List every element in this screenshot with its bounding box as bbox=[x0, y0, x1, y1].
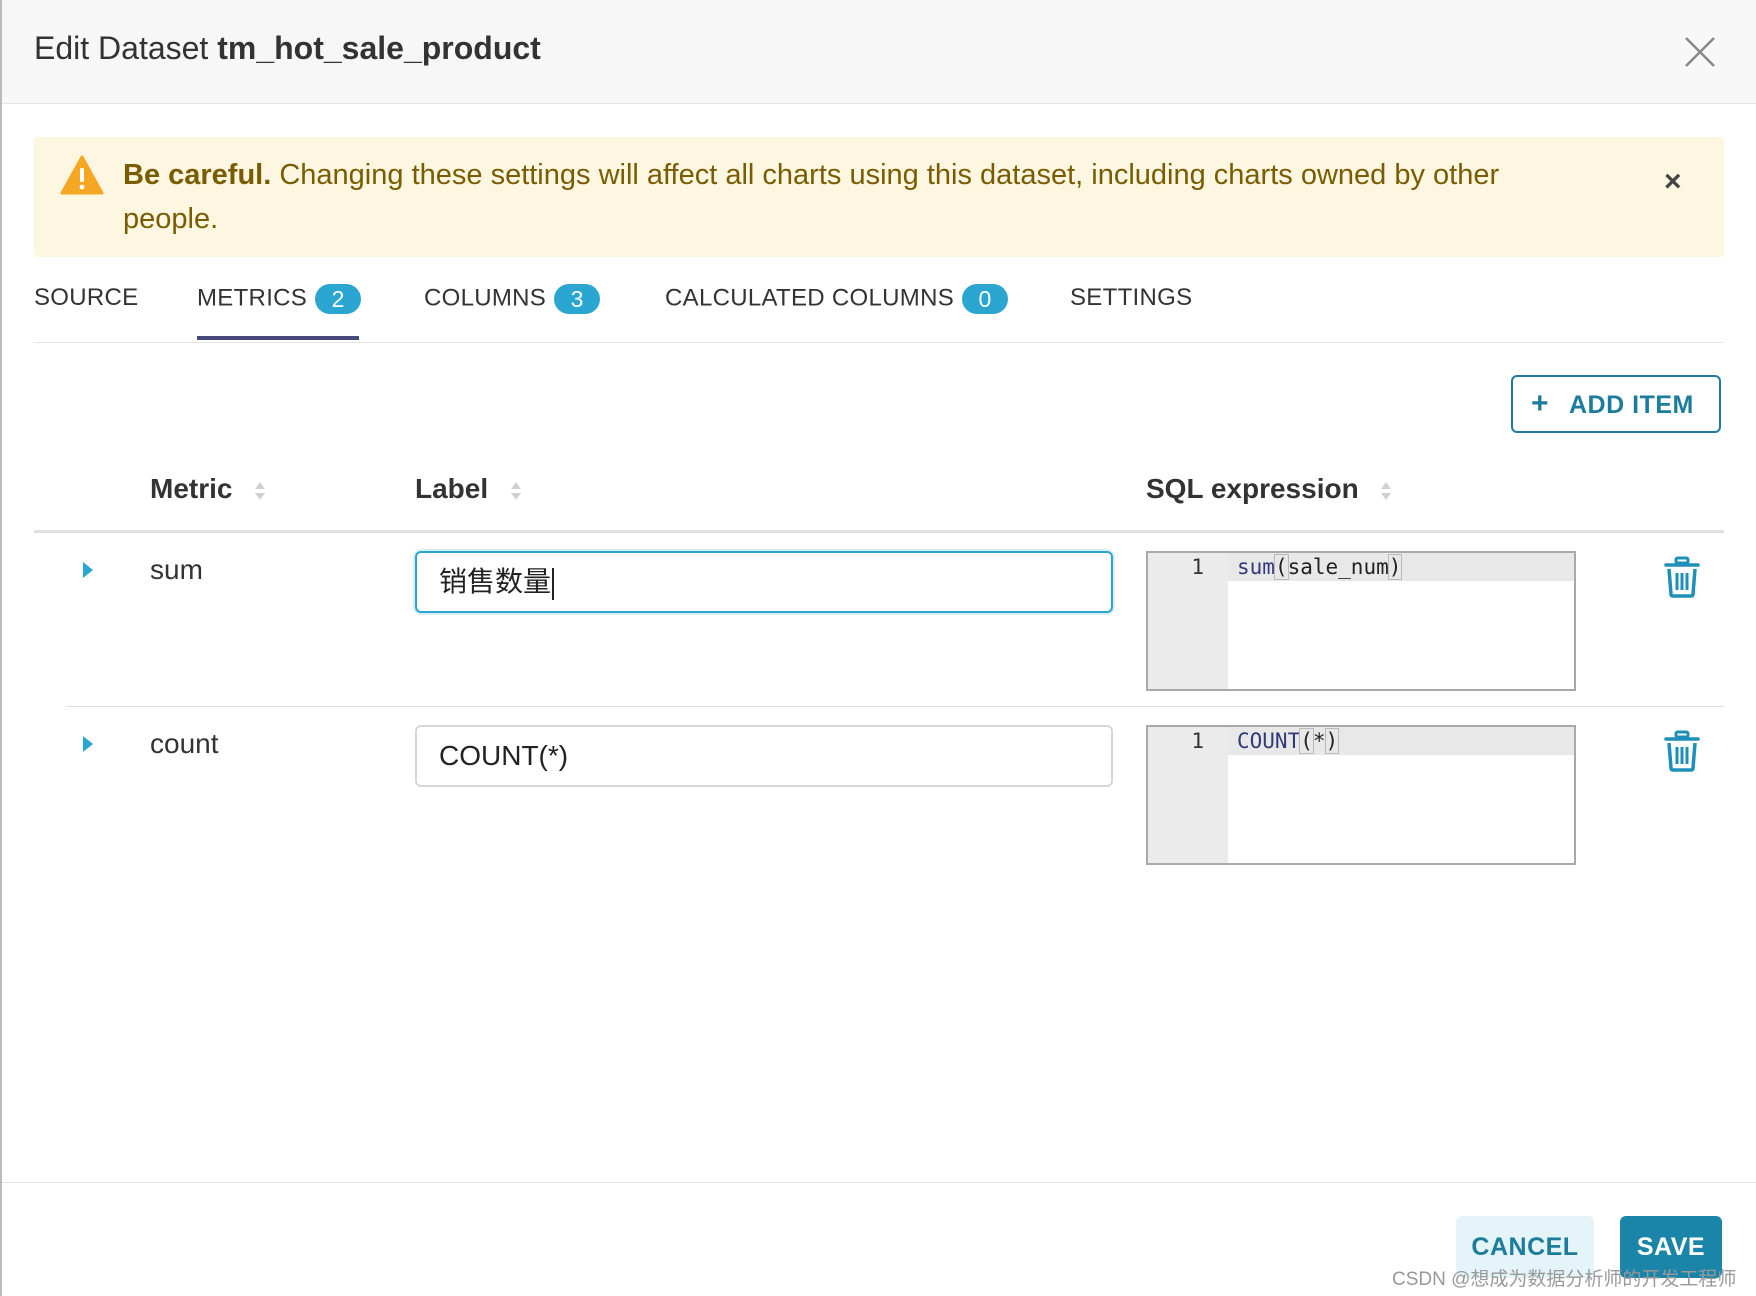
label-input-value: COUNT(*) bbox=[439, 740, 569, 771]
text-cursor bbox=[552, 567, 555, 600]
sort-icon[interactable] bbox=[510, 480, 522, 502]
metric-name: count bbox=[150, 728, 219, 759]
trash-icon[interactable] bbox=[1664, 556, 1700, 598]
metric-label-input[interactable]: 销售数量 bbox=[415, 551, 1113, 613]
sql-argument: * bbox=[1312, 729, 1326, 753]
count-badge: 0 bbox=[962, 284, 1009, 314]
alert-message: Be careful. Changing these settings will… bbox=[123, 153, 1583, 241]
add-item-label: ADD ITEM bbox=[1569, 391, 1694, 419]
tab-settings[interactable]: SETTINGS bbox=[1070, 284, 1192, 312]
sql-code: sum(sale_num) bbox=[1237, 554, 1403, 580]
warning-icon bbox=[60, 155, 104, 195]
trash-icon[interactable] bbox=[1664, 730, 1700, 772]
footer-divider bbox=[2, 1182, 1756, 1183]
tab-bar: SOURCE METRICS 2 COLUMNS 3 CALCULATED COLU… bbox=[34, 270, 1724, 343]
warning-alert: Be careful. Changing these settings will… bbox=[34, 137, 1724, 257]
modal-title: Edit Dataset tm_hot_sale_product bbox=[34, 30, 541, 67]
sql-paren-close: ) bbox=[1324, 728, 1340, 754]
tab-label: COLUMNS bbox=[424, 284, 547, 312]
line-number: 1 bbox=[1191, 729, 1204, 753]
tab-label: CALCULATED COLUMNS bbox=[665, 284, 955, 312]
header-label[interactable]: Label bbox=[415, 473, 522, 505]
sql-paren-open: ( bbox=[1299, 728, 1314, 754]
line-number: 1 bbox=[1191, 555, 1204, 579]
plus-icon: + bbox=[1531, 387, 1549, 420]
modal-header: Edit Dataset tm_hot_sale_product bbox=[2, 0, 1756, 104]
label-input-value: 销售数量 bbox=[439, 566, 552, 597]
close-icon[interactable] bbox=[1682, 34, 1718, 70]
sql-function: COUNT bbox=[1237, 729, 1301, 753]
sql-function: sum bbox=[1237, 555, 1275, 579]
tab-label: SOURCE bbox=[34, 284, 139, 311]
alert-close-icon[interactable]: × bbox=[1664, 165, 1682, 199]
header-metric[interactable]: Metric bbox=[150, 473, 266, 505]
table-header-divider bbox=[34, 530, 1724, 533]
header-label-label: Label bbox=[415, 473, 489, 504]
tab-columns[interactable]: COLUMNS 3 bbox=[424, 284, 601, 314]
title-prefix: Edit Dataset bbox=[34, 30, 218, 66]
header-sql-label: SQL expression bbox=[1146, 473, 1359, 504]
sql-expression-editor[interactable]: 1 COUNT(*) bbox=[1146, 725, 1576, 865]
count-badge: 3 bbox=[554, 284, 601, 314]
expand-row-icon[interactable] bbox=[80, 734, 96, 754]
sql-expression-editor[interactable]: 1 sum(sale_num) bbox=[1146, 551, 1576, 691]
tab-source[interactable]: SOURCE bbox=[34, 284, 138, 312]
tab-label: METRICS bbox=[197, 284, 308, 312]
sql-paren-open: ( bbox=[1273, 554, 1289, 580]
expand-row-icon[interactable] bbox=[80, 560, 96, 580]
dataset-name: tm_hot_sale_product bbox=[217, 30, 541, 66]
sql-paren-close: ) bbox=[1387, 554, 1403, 580]
header-metric-label: Metric bbox=[150, 473, 233, 504]
active-tab-indicator bbox=[197, 336, 359, 340]
edit-dataset-modal: Edit Dataset tm_hot_sale_product Be care… bbox=[0, 0, 1756, 1296]
sql-argument: sale_num bbox=[1287, 555, 1389, 579]
header-sql-expression[interactable]: SQL expression bbox=[1146, 473, 1392, 505]
metric-label-input[interactable]: COUNT(*) bbox=[415, 725, 1113, 787]
sort-icon[interactable] bbox=[1380, 480, 1392, 502]
alert-strong-text: Be careful. bbox=[123, 159, 272, 191]
row-divider bbox=[66, 706, 1724, 707]
sort-icon[interactable] bbox=[254, 480, 266, 502]
tab-label: SETTINGS bbox=[1070, 284, 1193, 311]
tab-metrics[interactable]: METRICS 2 bbox=[197, 284, 362, 314]
alert-body-text: Changing these settings will affect all … bbox=[123, 159, 1500, 235]
metric-name: sum bbox=[150, 554, 203, 585]
count-badge: 2 bbox=[315, 284, 362, 314]
sql-code: COUNT(*) bbox=[1237, 728, 1340, 754]
watermark-text: CSDN @想成为数据分析师的开发工程师 bbox=[1392, 1269, 1737, 1290]
tab-calculated-columns[interactable]: CALCULATED COLUMNS 0 bbox=[665, 284, 1009, 314]
add-item-button[interactable]: + ADD ITEM bbox=[1511, 375, 1721, 433]
